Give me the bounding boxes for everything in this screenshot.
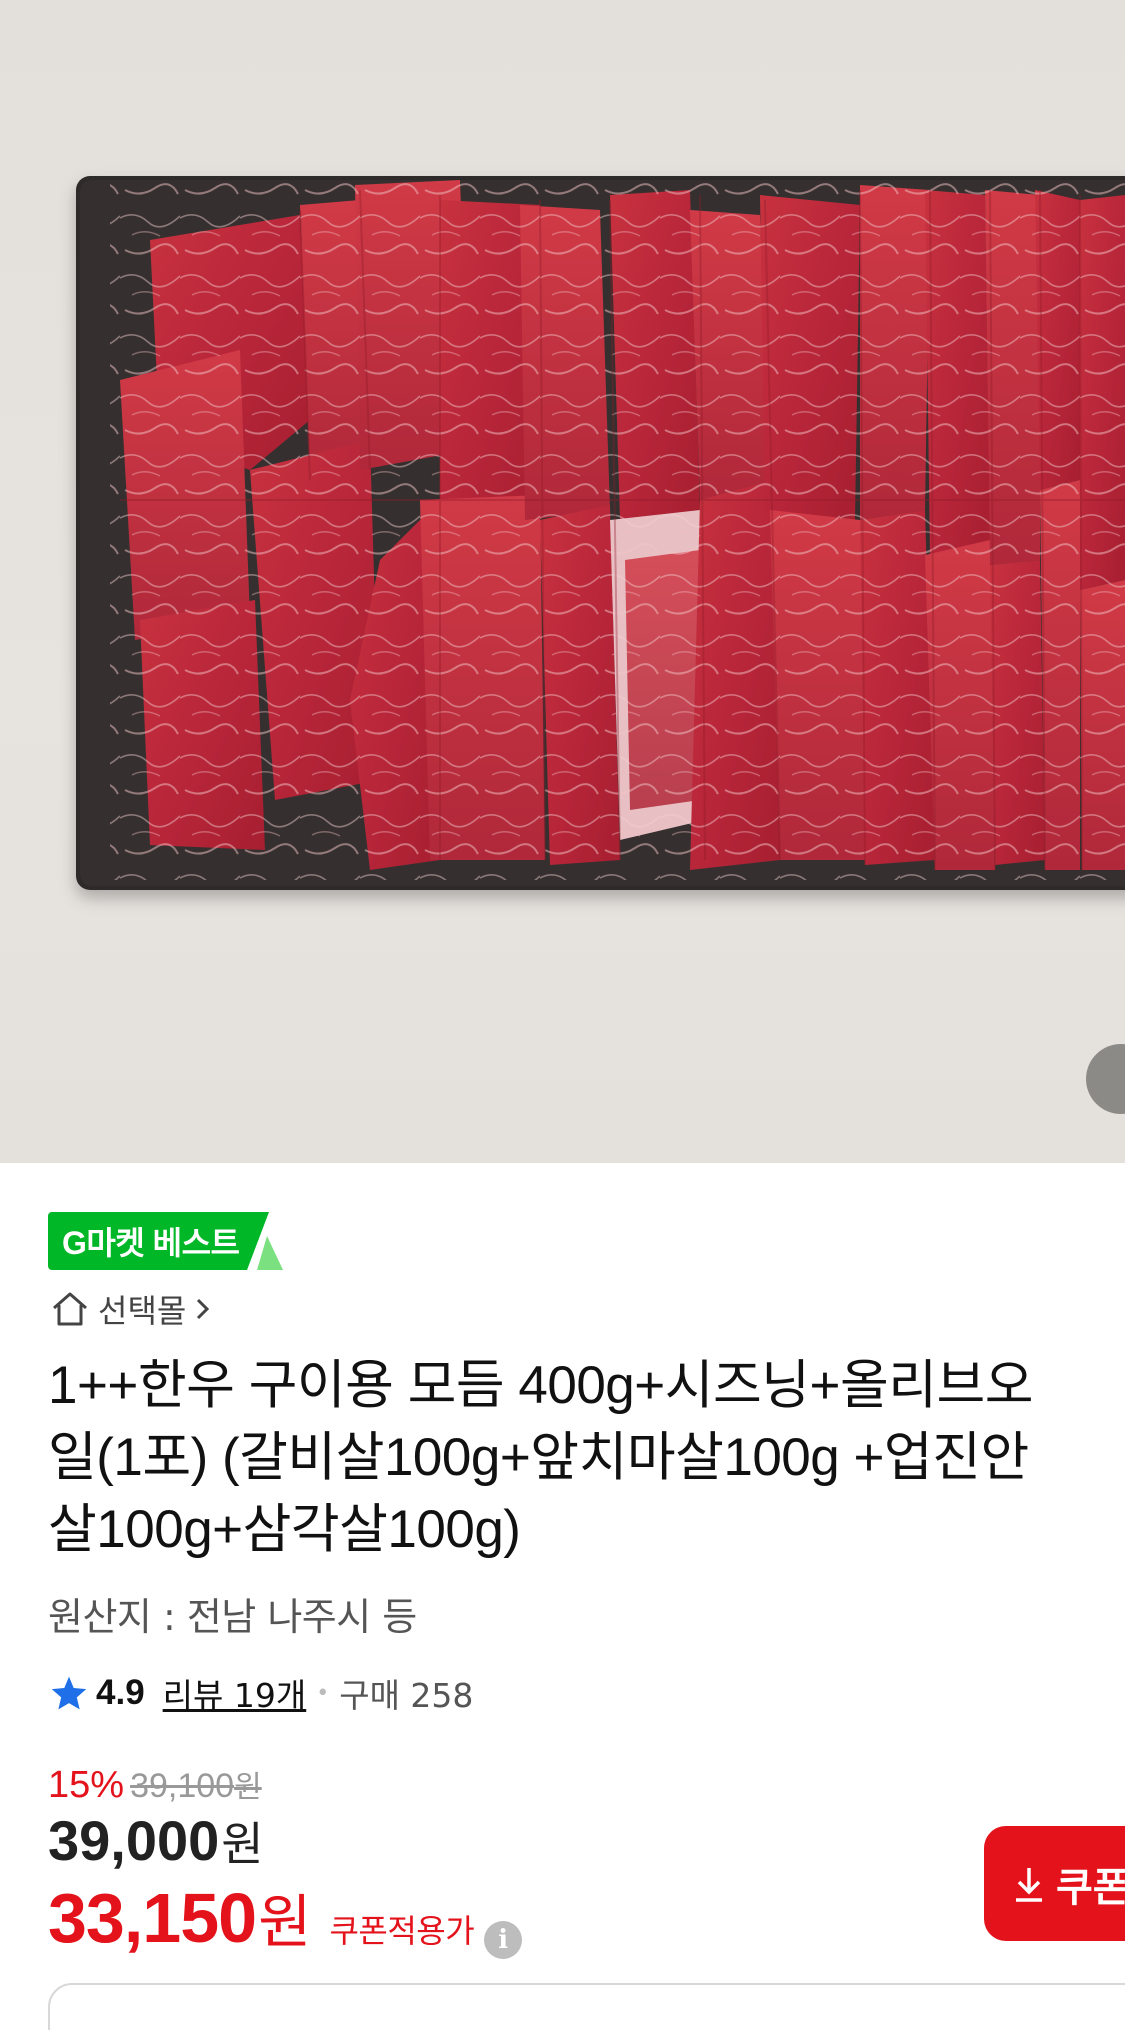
- download-icon: [1016, 1867, 1042, 1902]
- sale-price-value: 39,000: [48, 1809, 220, 1872]
- original-price: 39,100: [130, 1767, 235, 1805]
- coupon-price: 33,150 원 쿠폰적용가 i: [48, 1875, 523, 1959]
- badge-tail-decoration: [247, 1212, 284, 1270]
- product-detail-page: G마켓 베스트 선택몰 1++한우 구이용 모듬 400g+시즈닝+올리브오 일…: [0, 0, 1125, 2030]
- product-title: 1++한우 구이용 모듬 400g+시즈닝+올리브오 일(1포) (갈비살100…: [48, 1350, 1108, 1566]
- discount-row: 15% 39,100 원: [48, 1762, 262, 1808]
- separator-dot: •: [316, 1680, 330, 1706]
- rating-row: 4.9 리뷰 19개 • 구매 258: [50, 1668, 473, 1718]
- star-icon: [51, 1676, 87, 1710]
- coupon-price-unit: 원: [258, 1890, 312, 1955]
- option-select-box[interactable]: [48, 1983, 1125, 2030]
- beef-platter-illustration: [76, 176, 1125, 890]
- best-seller-badge: G마켓 베스트: [48, 1212, 284, 1270]
- home-icon: [53, 1292, 87, 1326]
- sale-price: 39,000 원: [48, 1808, 264, 1878]
- product-title-line: 1++한우 구이용 모듬 400g+시즈닝+올리브오: [48, 1356, 1034, 1415]
- info-icon[interactable]: i: [484, 1921, 523, 1959]
- store-link[interactable]: 선택몰: [50, 1284, 212, 1334]
- coupon-price-value: 33,150: [48, 1879, 257, 1957]
- chevron-right-icon: [197, 1298, 210, 1320]
- badge-label: G마켓 베스트: [48, 1212, 248, 1270]
- rating-score: 4.9: [96, 1673, 145, 1712]
- coupon-button-label: 쿠폰: [1056, 1865, 1125, 1910]
- store-name: 선택몰: [98, 1292, 187, 1330]
- sale-price-unit: 원: [221, 1818, 264, 1870]
- origin-info: 원산지 : 전남 나주시 등: [48, 1595, 417, 1639]
- discount-rate: 15%: [48, 1764, 125, 1806]
- product-title-line: 살100g+삼각살100g): [48, 1500, 521, 1559]
- review-count-link[interactable]: 리뷰 19개: [163, 1669, 307, 1717]
- purchase-count: 구매 258: [339, 1676, 474, 1715]
- product-title-line: 일(1포) (갈비살100g+앞치마살100g +업진안: [48, 1428, 1029, 1487]
- original-price-unit: 원: [234, 1771, 262, 1804]
- coupon-download-button[interactable]: 쿠폰: [984, 1826, 1125, 1941]
- coupon-price-label: 쿠폰적용가: [329, 1913, 475, 1949]
- product-image[interactable]: [0, 0, 1125, 1163]
